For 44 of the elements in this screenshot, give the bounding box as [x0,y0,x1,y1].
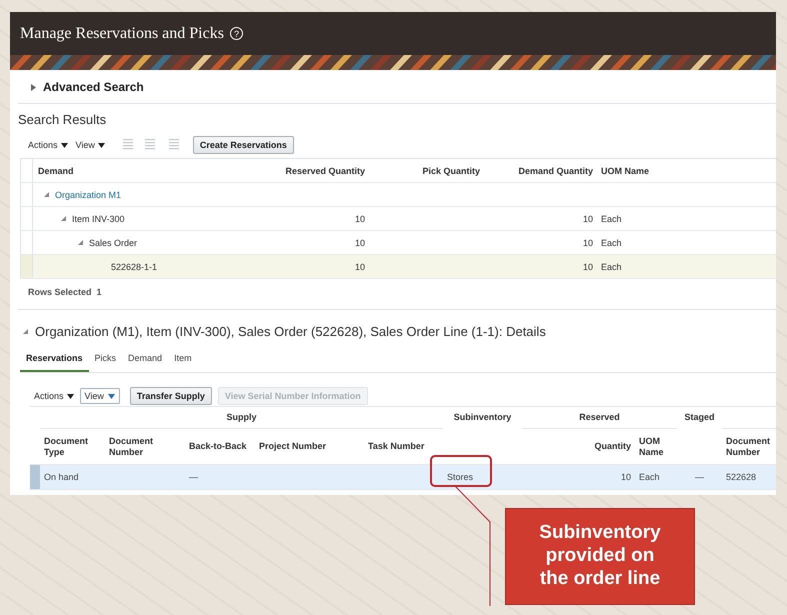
disclosure-icon[interactable] [22,328,29,335]
disclosure-icon[interactable] [43,191,50,198]
tree-link[interactable]: Organization M1 [55,190,122,200]
tree-label: Item INV-300 [72,214,125,224]
group-header: Reserved [522,407,677,429]
tab[interactable]: Item [168,347,198,372]
table-cell: 10 [483,255,596,279]
view-dropdown[interactable]: View [80,388,120,404]
caret-icon [66,394,74,398]
table-cell: Stores [443,465,522,489]
table-cell: 10 [522,465,635,489]
disclosure-icon[interactable] [60,215,67,222]
disclosure-icon[interactable] [30,84,37,90]
callout-text: Subinventory provided on the order line [538,522,662,591]
menu-button[interactable]: View [76,140,105,150]
section-title: Search Results [18,112,106,127]
menu-button[interactable]: Actions [28,140,68,150]
details-title: Organization (M1), Item (INV-300), Sales Order (522628), Sales Order Line (1-1): Details [35,324,546,339]
highlight-frame [430,455,492,487]
caret-icon [98,142,105,148]
toolbar-button[interactable]: Transfer Supply [130,387,212,405]
page-title: Manage Reservations and Picks [20,24,224,42]
table-cell: — [185,465,255,489]
table-cell: On hand [40,465,105,489]
advanced-search-toggle[interactable]: Advanced Search [43,80,144,94]
tab[interactable]: Reservations [20,347,89,372]
help-icon[interactable]: ? [230,27,243,40]
table-cell: Each [596,255,776,279]
caret-icon [108,394,115,398]
tab[interactable]: Picks [88,347,122,372]
table-cell: 522628 [722,465,776,489]
tab[interactable]: Demand [122,347,168,372]
caret-icon [60,142,68,148]
table-cell: Each [635,465,677,489]
tree-label: Sales Order [89,238,138,248]
tree-label: 522628-1-1 [111,262,158,272]
rows-selected-count: 1 [96,287,102,297]
actions-menu[interactable]: Actions [34,391,74,401]
table-cell: 10 [283,255,368,279]
disclosure-icon[interactable] [77,239,84,246]
rows-selected-label: Rows Selected [28,287,92,297]
group-header: Supply [40,407,443,429]
table-cell: — [677,465,722,489]
create-reservations-button[interactable]: Create Reservations [192,136,294,154]
